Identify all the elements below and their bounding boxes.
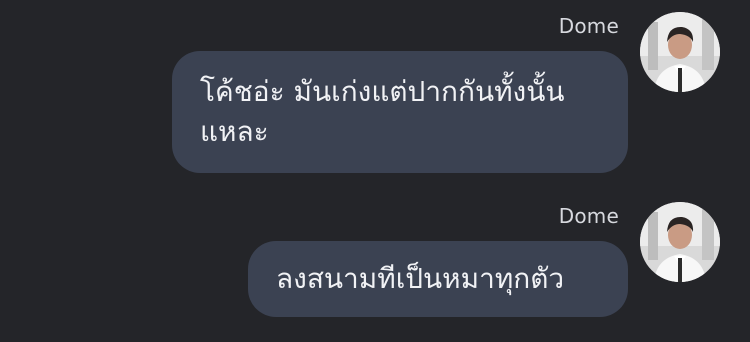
- message-row: Dome ลงสนามทีเป็นหมาทุกตัว: [0, 190, 750, 340]
- chat-thread: Dome โค้ชอ่ะ มันเก่งแต่ปากกันทั้งนั้นแหล…: [0, 0, 750, 342]
- avatar[interactable]: [640, 12, 720, 92]
- message-bubble[interactable]: ลงสนามทีเป็นหมาทุกตัว: [248, 241, 628, 317]
- message-row: Dome โค้ชอ่ะ มันเก่งแต่ปากกันทั้งนั้นแหล…: [0, 0, 750, 173]
- message-bubble[interactable]: โค้ชอ่ะ มันเก่งแต่ปากกันทั้งนั้นแหละ: [172, 51, 628, 173]
- sender-name: Dome: [558, 204, 619, 228]
- sender-name: Dome: [558, 14, 619, 38]
- profile-photo-icon: [640, 12, 720, 92]
- profile-photo-icon: [640, 202, 720, 282]
- avatar[interactable]: [640, 202, 720, 282]
